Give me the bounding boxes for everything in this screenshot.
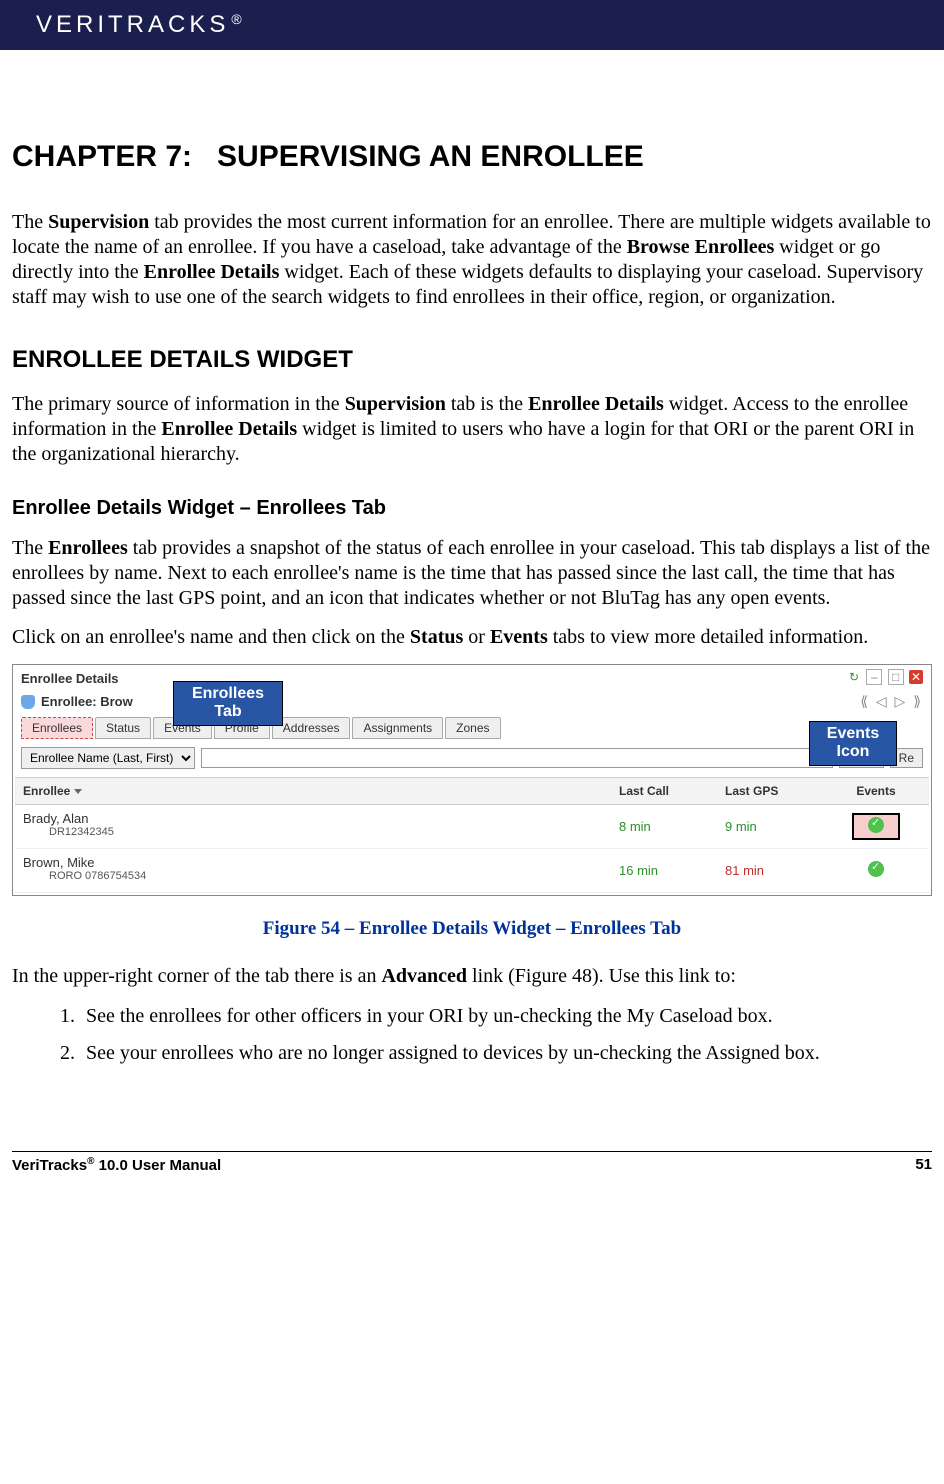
subsection-paragraph-2: Click on an enrollee's name and then cli…: [12, 625, 932, 650]
minimize-icon[interactable]: –: [866, 669, 882, 685]
chapter-heading: CHAPTER 7: SUPERVISING AN ENROLLEE: [12, 140, 932, 174]
col-events[interactable]: Events: [823, 778, 929, 804]
last-gps-value: 81 min: [717, 857, 823, 884]
brand-bar: VERITRACKS®: [0, 0, 944, 50]
col-last-gps[interactable]: Last GPS: [717, 778, 823, 804]
table-row[interactable]: Brown, Mike RORO 0786754534 16 min 81 mi…: [15, 849, 929, 893]
enrollee-details-widget: ↻ – □ ✕ Enrollee Details Enrollee: Brow …: [12, 664, 932, 896]
filter-text-input[interactable]: [201, 748, 833, 768]
brand-name: VERITRACKS: [36, 11, 229, 38]
refresh-icon[interactable]: ↻: [847, 670, 861, 684]
table-header: Enrollee Last Call Last GPS Events: [15, 778, 929, 805]
enrollee-id: DR12342345: [23, 826, 603, 842]
filter-row: Enrollee Name (Last, First) Filter Re: [15, 745, 929, 778]
event-ok-icon: [868, 817, 884, 833]
filter-field-select[interactable]: Enrollee Name (Last, First): [21, 747, 195, 769]
events-highlight: [852, 813, 900, 840]
chapter-title: SUPERVISING AN ENROLLEE: [217, 140, 644, 173]
page-number: 51: [915, 1156, 932, 1174]
col-enrollee[interactable]: Enrollee: [15, 778, 611, 804]
last-gps-value: 9 min: [717, 813, 823, 840]
pagination-icons[interactable]: ⟪ ◁ ▷ ⟫: [860, 693, 923, 710]
tab-enrollees[interactable]: Enrollees: [21, 717, 93, 739]
event-ok-icon: [868, 861, 884, 877]
registered-mark: ®: [231, 11, 245, 27]
widget-title: Enrollee Details: [15, 667, 929, 690]
close-icon[interactable]: ✕: [909, 670, 923, 684]
callout-enrollees-tab: Enrollees Tab: [173, 681, 283, 726]
last-call-value: 16 min: [611, 857, 717, 884]
enrollee-subject-row: Enrollee: Brow ⟪ ◁ ▷ ⟫: [15, 690, 929, 713]
tab-assignments[interactable]: Assignments: [352, 717, 443, 739]
advanced-link-paragraph: In the upper-right corner of the tab the…: [12, 964, 932, 989]
person-icon: [21, 695, 35, 709]
tab-zones[interactable]: Zones: [445, 717, 500, 739]
intro-paragraph: The Supervision tab provides the most cu…: [12, 210, 932, 310]
enrollee-name: Brady, Alan: [23, 811, 89, 826]
tab-status[interactable]: Status: [95, 717, 151, 739]
footer-left: VeriTracks® 10.0 User Manual: [12, 1156, 221, 1174]
maximize-icon[interactable]: □: [888, 669, 904, 685]
subsection-paragraph-1: The Enrollees tab provides a snapshot of…: [12, 536, 932, 611]
section-paragraph-1: The primary source of information in the…: [12, 392, 932, 467]
subsection-heading-enrollees-tab: Enrollee Details Widget – Enrollees Tab: [12, 497, 932, 520]
page-footer: VeriTracks® 10.0 User Manual 51: [12, 1151, 932, 1192]
advanced-list: See the enrollees for other officers in …: [12, 1003, 932, 1067]
widget-tabs: Enrollees Status Events Profile Addresse…: [15, 717, 929, 739]
sort-icon: [74, 789, 82, 794]
enrollee-name: Brown, Mike: [23, 855, 95, 870]
enrollee-id: RORO 0786754534: [23, 870, 603, 886]
last-call-value: 8 min: [611, 813, 717, 840]
table-row[interactable]: Brady, Alan DR12342345 8 min 9 min: [15, 805, 929, 849]
brand-logo: VERITRACKS®: [36, 11, 246, 39]
chapter-number: CHAPTER 7:: [12, 140, 192, 173]
list-item: See your enrollees who are no longer ass…: [80, 1040, 932, 1067]
list-item: See the enrollees for other officers in …: [80, 1003, 932, 1030]
enrollee-subject-label: Enrollee: Brow: [41, 694, 133, 709]
section-heading-enrollee-details: ENROLLEE DETAILS WIDGET: [12, 346, 932, 374]
col-last-call[interactable]: Last Call: [611, 778, 717, 804]
callout-events-icon: Events Icon: [809, 721, 897, 766]
widget-window-controls: ↻ – □ ✕: [845, 669, 923, 685]
tab-addresses[interactable]: Addresses: [272, 717, 351, 739]
figure-caption: Figure 54 – Enrollee Details Widget – En…: [12, 918, 932, 940]
